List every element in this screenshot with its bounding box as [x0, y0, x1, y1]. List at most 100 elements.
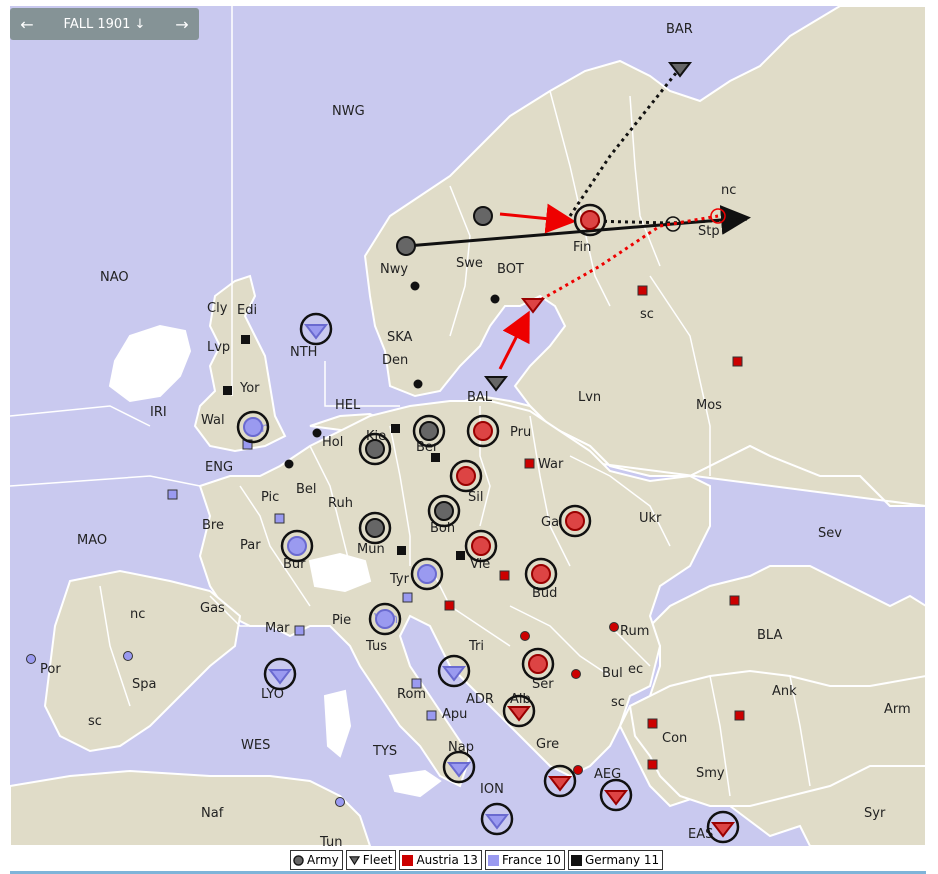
sc-france — [167, 489, 178, 500]
sc-austria — [609, 622, 619, 632]
label-Swe: Swe — [456, 256, 483, 271]
label-Syr: Syr — [864, 806, 886, 821]
sc-germany — [391, 424, 400, 433]
legend-army: Army — [290, 850, 343, 870]
label-Rom: Rom — [397, 687, 426, 702]
sc-germany — [397, 546, 406, 555]
sc-france — [26, 654, 36, 664]
label-Den: Den — [382, 353, 408, 368]
label-War: War — [538, 457, 564, 472]
sc-france — [294, 625, 305, 636]
label-NWG: NWG — [332, 104, 365, 119]
label-Stp: Stp — [698, 224, 720, 239]
sc-france — [123, 651, 133, 661]
label-Tus: Tus — [365, 639, 387, 654]
sc-germany — [241, 335, 250, 344]
sc-austria — [637, 285, 648, 296]
label-Lvn: Lvn — [578, 390, 601, 405]
label-Arm: Arm — [884, 702, 911, 717]
sc-neutral — [312, 428, 322, 438]
label-NTH: NTH — [290, 345, 317, 360]
sc-austria — [444, 600, 455, 611]
label-Tri: Tri — [468, 639, 484, 654]
label-Par: Par — [240, 538, 261, 553]
land-alps — [308, 552, 372, 593]
legend-army-label: Army — [307, 853, 339, 867]
army-icon — [293, 854, 304, 866]
label-Fin: Fin — [573, 240, 591, 255]
phase-label[interactable]: FALL 1901 ↓ — [44, 17, 165, 32]
label-Spa: Spa — [132, 677, 156, 692]
germany-swatch — [570, 854, 582, 866]
label-ADR: ADR — [466, 692, 494, 707]
sc-austria — [499, 570, 510, 581]
label-Bre: Bre — [202, 518, 224, 533]
label-Yor: Yor — [239, 381, 260, 396]
sc-neutral — [284, 459, 294, 469]
label-Rum: Rum — [620, 624, 649, 639]
prev-phase-arrow-icon[interactable]: ← — [10, 15, 44, 34]
label-Mun: Mun — [357, 542, 385, 557]
label-Mos: Mos — [696, 398, 722, 413]
sc-austria — [573, 765, 583, 775]
label-ENG: ENG — [205, 460, 233, 475]
sc-austria — [524, 458, 535, 469]
army-unit — [473, 206, 493, 226]
sc-france — [411, 678, 422, 689]
label-Wal: Wal — [201, 413, 225, 428]
france-swatch — [487, 854, 499, 866]
label-Ukr: Ukr — [639, 511, 662, 526]
label-Cly: Cly — [207, 301, 228, 316]
label-Ruh: Ruh — [328, 496, 353, 511]
label-MAO: MAO — [77, 533, 107, 548]
sc-germany — [431, 453, 440, 462]
label-Bel: Bel — [296, 482, 317, 497]
sc-neutral — [410, 281, 420, 291]
label-Ank: Ank — [772, 684, 797, 699]
label-Gas: Gas — [200, 601, 225, 616]
label-Sil: Sil — [468, 490, 483, 505]
label-BAL: BAL — [467, 390, 493, 405]
fleet-icon — [348, 855, 360, 865]
label-Nwy: Nwy — [380, 262, 408, 277]
game-map[interactable]: BAR NWG nc NAO Stp Fin Swe Nwy BOT sc Cl… — [10, 6, 926, 846]
next-phase-arrow-icon[interactable]: → — [165, 15, 199, 34]
label-Sev: Sev — [818, 526, 842, 541]
sc-austria — [734, 710, 745, 721]
label-NAO: NAO — [100, 270, 129, 285]
label-Tyr: Tyr — [389, 572, 410, 587]
label-Pie: Pie — [332, 613, 351, 628]
label-Stp-sc: sc — [640, 307, 654, 322]
legend-france: France 10 — [484, 850, 565, 870]
sc-france — [426, 710, 437, 721]
label-Hol: Hol — [322, 435, 343, 450]
legend-austria-label: Austria 13 — [416, 853, 478, 867]
sc-austria — [732, 356, 743, 367]
label-Mar: Mar — [265, 621, 290, 636]
sc-austria — [520, 631, 530, 641]
label-Edi: Edi — [237, 303, 257, 318]
austria-swatch — [402, 854, 414, 866]
label-SKA: SKA — [387, 330, 413, 345]
legend-germany-label: Germany 11 — [584, 853, 660, 867]
label-Bul: Bul — [602, 666, 623, 681]
label-Naf: Naf — [201, 806, 224, 821]
label-Gre: Gre — [536, 737, 559, 752]
label-Tun: Tun — [319, 835, 342, 846]
army-unit — [396, 236, 416, 256]
label-HEL: HEL — [335, 398, 361, 413]
label-Con: Con — [662, 731, 687, 746]
label-Spa-nc: nc — [130, 607, 145, 622]
label-Lvp: Lvp — [207, 340, 230, 355]
label-Spa-sc: sc — [88, 714, 102, 729]
legend-fleet-label: Fleet — [362, 853, 393, 867]
phase-navigator: ← FALL 1901 ↓ → — [10, 8, 199, 40]
sc-france — [274, 513, 285, 524]
legend-fleet: Fleet — [345, 850, 397, 870]
sc-neutral — [490, 294, 500, 304]
label-WES: WES — [241, 738, 270, 753]
sc-germany — [456, 551, 465, 560]
label-Pru: Pru — [510, 425, 531, 440]
label-BAR: BAR — [666, 22, 693, 37]
label-Stp-nc: nc — [721, 183, 736, 198]
